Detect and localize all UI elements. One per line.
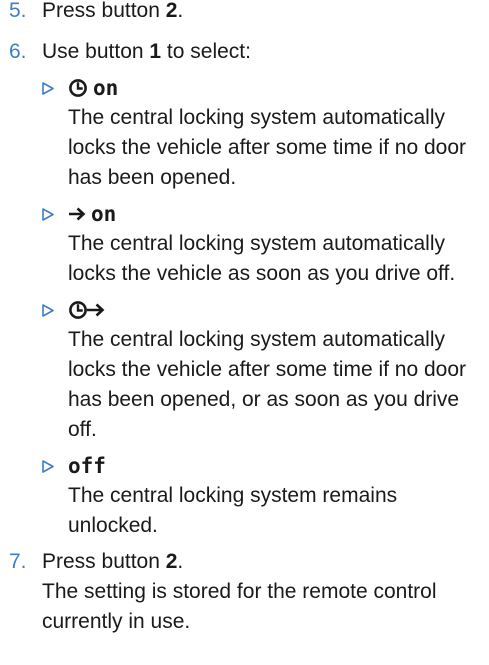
option-off: off The central locking system remains u… [42, 451, 489, 541]
step-number: 7. [9, 550, 27, 573]
step-number: 6. [9, 40, 27, 63]
step-7: 7. Press button 2. The setting is stored… [0, 547, 489, 637]
option-description: The central locking system automatically… [68, 106, 467, 189]
step-6: 6. Use button 1 to select: on The centra… [0, 37, 489, 541]
step-note: The setting is stored for the remote con… [42, 580, 437, 633]
option-title: on [68, 199, 489, 229]
step-text: Press button 2. [42, 550, 184, 573]
triangle-bullet-icon [42, 73, 62, 103]
step-text: Press button 2. [42, 0, 184, 22]
triangle-bullet-icon [42, 295, 62, 325]
arrow-right-icon [68, 206, 86, 222]
option-list: on The central locking system automatica… [42, 73, 489, 541]
step-number: 5. [9, 0, 27, 22]
option-title [68, 295, 489, 325]
option-description: The central locking system remains unloc… [68, 484, 398, 537]
step-5: 5. Press button 2. [0, 0, 489, 26]
option-arrow-on: on The central locking system automatica… [42, 199, 489, 289]
option-title: on [68, 73, 489, 103]
button-ref: 1 [149, 40, 162, 63]
clock-icon [68, 78, 88, 98]
triangle-bullet-icon [42, 451, 62, 481]
instruction-page: 5. Press button 2. 6. Use button 1 to se… [0, 0, 489, 637]
button-ref: 2 [165, 550, 178, 573]
option-description: The central locking system automatically… [68, 328, 467, 441]
option-description: The central locking system automatically… [68, 232, 456, 285]
clock-arrow-icon [68, 300, 106, 320]
step-text: Use button 1 to select: [42, 40, 251, 63]
option-title: off [68, 454, 106, 478]
option-clock-on: on The central locking system automatica… [42, 73, 489, 193]
option-clock-arrow: The central locking system automatically… [42, 295, 489, 445]
button-ref: 2 [165, 0, 178, 22]
triangle-bullet-icon [42, 199, 62, 229]
